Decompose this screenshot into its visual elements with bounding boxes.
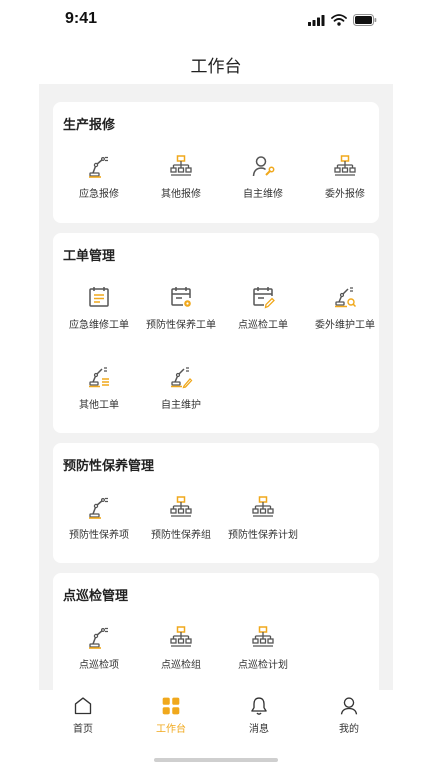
robot-arm-icon — [89, 497, 108, 519]
menu-item-label: 其他报修 — [161, 189, 201, 200]
menu-item-label: 点巡检计划 — [238, 660, 288, 671]
org-chart-icon — [252, 626, 274, 647]
user-icon — [340, 697, 358, 715]
section-card: 生产报修 应急报修 其他报修 自主维修 委外报修 — [53, 102, 379, 223]
tab-label: 我的 — [339, 724, 359, 735]
menu-item[interactable]: 预防性保养项 — [58, 495, 140, 555]
tab-bar: 首页 工作台 消息 我的 — [39, 690, 393, 768]
menu-item[interactable]: 委外维护工单 — [304, 285, 386, 345]
calendar-gear-icon — [171, 287, 191, 307]
section-title: 预防性保养管理 — [63, 459, 155, 474]
section-title: 生产报修 — [63, 118, 116, 133]
workbench-icon — [162, 697, 180, 715]
menu-item[interactable]: 其他报修 — [140, 154, 222, 214]
org-chart-icon — [334, 155, 356, 176]
tab-item[interactable]: 我的 — [305, 696, 393, 736]
menu-item[interactable]: 其他工单 — [58, 365, 140, 425]
robot-arm-list-icon — [89, 367, 109, 388]
section-title: 工单管理 — [63, 249, 116, 264]
section-card: 点巡检管理 点巡检项 点巡检组 点巡检计划 — [53, 573, 379, 690]
tab-item[interactable]: 首页 — [39, 696, 127, 736]
menu-item[interactable]: 点巡检组 — [140, 625, 222, 685]
menu-item[interactable]: 自主维修 — [222, 154, 304, 214]
tab-label: 首页 — [73, 724, 93, 735]
wifi-icon — [331, 14, 347, 26]
menu-item-label: 委外报修 — [325, 189, 365, 200]
menu-item[interactable]: 点巡检项 — [58, 625, 140, 685]
page-title: 工作台 — [190, 57, 242, 77]
robot-arm-icon — [89, 627, 108, 649]
menu-item[interactable]: 预防性保养工单 — [140, 285, 222, 345]
menu-item-label: 预防性保养组 — [151, 530, 211, 541]
org-chart-icon — [170, 496, 192, 517]
status-bar: 9:41 — [39, 0, 393, 40]
battery-icon — [353, 14, 377, 26]
menu-item-label: 点巡检组 — [161, 660, 201, 671]
menu-item-label: 自主维修 — [243, 189, 283, 200]
robot-arm-search-icon — [335, 287, 357, 308]
org-chart-icon — [252, 496, 274, 517]
menu-item-label: 自主维护 — [161, 400, 201, 411]
org-chart-icon — [170, 626, 192, 647]
section-card: 工单管理 应急维修工单 预防性保养工单 点巡检工单 委外维护工单 其他工单 自主… — [53, 233, 379, 433]
menu-item-label: 预防性保养工单 — [146, 320, 216, 331]
status-time: 9:41 — [65, 10, 98, 27]
menu-item[interactable]: 预防性保养组 — [140, 495, 222, 555]
section-title: 点巡检管理 — [63, 589, 129, 604]
signal-icon — [308, 14, 325, 26]
menu-item-label: 点巡检工单 — [238, 320, 288, 331]
app-screen: 9:41 工作台 生产报修 应急报修 其他报修 自主维修 委外报修 工单管理 应… — [39, 0, 393, 768]
menu-item-label: 预防性保养项 — [69, 530, 129, 541]
menu-item[interactable]: 应急维修工单 — [58, 285, 140, 345]
bell-icon — [251, 697, 267, 715]
nav-bar: 工作台 — [39, 40, 393, 84]
home-indicator — [154, 758, 278, 762]
org-chart-icon — [170, 155, 192, 176]
tab-label: 工作台 — [156, 724, 186, 735]
menu-item[interactable]: 点巡检工单 — [222, 285, 304, 345]
section-card: 预防性保养管理 预防性保养项 预防性保养组 预防性保养计划 — [53, 443, 379, 563]
menu-item-label: 应急报修 — [79, 189, 119, 200]
tab-item[interactable]: 工作台 — [127, 696, 215, 736]
list-document-icon — [89, 287, 109, 307]
menu-item-label: 点巡检项 — [79, 660, 119, 671]
home-icon — [74, 697, 92, 715]
robot-arm-edit-icon — [171, 367, 193, 389]
user-wrench-icon — [252, 156, 275, 177]
menu-item-label: 委外维护工单 — [315, 320, 375, 331]
menu-item-label: 应急维修工单 — [69, 320, 129, 331]
status-icons — [308, 13, 377, 27]
menu-item-label: 预防性保养计划 — [228, 530, 298, 541]
robot-arm-icon — [89, 156, 108, 178]
menu-item[interactable]: 预防性保养计划 — [222, 495, 304, 555]
menu-item[interactable]: 自主维护 — [140, 365, 222, 425]
content-scroll[interactable]: 生产报修 应急报修 其他报修 自主维修 委外报修 工单管理 应急维修工单 预防性保… — [39, 84, 393, 690]
menu-item-label: 其他工单 — [79, 400, 119, 411]
calendar-edit-icon — [253, 287, 275, 309]
menu-item[interactable]: 委外报修 — [304, 154, 386, 214]
tab-item[interactable]: 消息 — [215, 696, 303, 736]
menu-item[interactable]: 点巡检计划 — [222, 625, 304, 685]
menu-item[interactable]: 应急报修 — [58, 154, 140, 214]
tab-label: 消息 — [249, 724, 269, 735]
